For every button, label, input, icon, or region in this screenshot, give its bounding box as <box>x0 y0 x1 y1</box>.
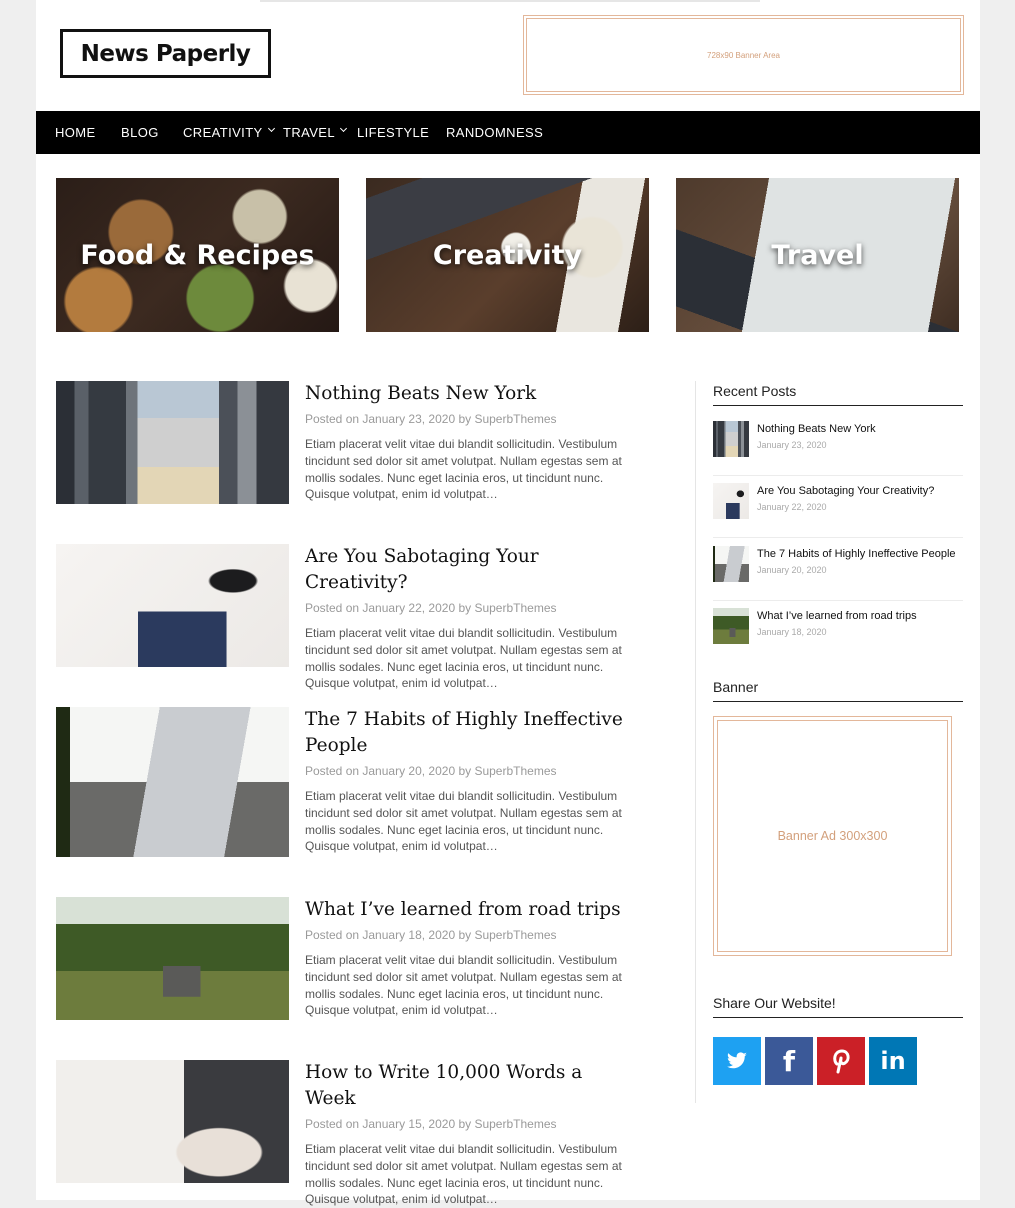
share-heading: Share Our Website! <box>713 995 963 1018</box>
post-body: Are You Sabotaging Your Creativity? Post… <box>305 544 635 692</box>
post-title[interactable]: What I’ve learned from road trips <box>305 897 635 923</box>
post-body: How to Write 10,000 Words a Week Posted … <box>305 1060 635 1208</box>
recent-posts-heading: Recent Posts <box>713 383 963 406</box>
recent-post-thumbnail[interactable] <box>713 483 749 519</box>
sidebar-banner-text: Banner Ad 300x300 <box>717 720 948 952</box>
twitter-bird-icon <box>727 1052 747 1069</box>
nav-creativity-label: CREATIVITY <box>183 125 263 140</box>
feature-tile-label: Travel <box>771 239 864 271</box>
nav-blog-label: BLOG <box>121 125 159 140</box>
nav-home[interactable]: HOME <box>55 111 96 154</box>
share-twitter-button[interactable] <box>713 1037 761 1085</box>
recent-post-item[interactable]: The 7 Habits of Highly Ineffective Peopl… <box>713 546 963 601</box>
banner-heading: Banner <box>713 679 963 702</box>
feature-tile-creativity[interactable]: Creativity <box>366 178 649 332</box>
post-excerpt: Etiam placerat velit vitae dui blandit s… <box>305 789 622 854</box>
post-body: Nothing Beats New York Posted on January… <box>305 381 635 503</box>
post-meta: Posted on January 22, 2020 by SuperbThem… <box>305 601 557 615</box>
nav-lifestyle-label: LIFESTYLE <box>357 125 430 140</box>
page: News Paperly 728x90 Banner Area HOME BLO… <box>36 0 980 1206</box>
top-divider <box>260 0 760 2</box>
post-body: What I’ve learned from road trips Posted… <box>305 897 635 1019</box>
post-thumbnail[interactable] <box>56 897 289 1020</box>
feature-tile-travel[interactable]: Travel <box>676 178 959 332</box>
post-meta: Posted on January 20, 2020 by SuperbThem… <box>305 764 557 778</box>
post-excerpt: Etiam placerat velit vitae dui blandit s… <box>305 437 622 502</box>
recent-post-thumbnail[interactable] <box>713 421 749 457</box>
recent-post-date: January 18, 2020 <box>757 627 827 637</box>
share-pinterest-button[interactable] <box>817 1037 865 1085</box>
recent-post-item[interactable]: Nothing Beats New York January 23, 2020 <box>713 421 963 476</box>
recent-post-title[interactable]: What I’ve learned from road trips <box>757 610 917 622</box>
chevron-down-icon <box>339 124 348 132</box>
recent-post-date: January 20, 2020 <box>757 565 827 575</box>
recent-post-item[interactable]: Are You Sabotaging Your Creativity? Janu… <box>713 483 963 538</box>
post-title[interactable]: The 7 Habits of Highly Ineffective Peopl… <box>305 707 635 759</box>
nav-creativity[interactable]: CREATIVITY <box>183 111 275 154</box>
nav-travel[interactable]: TRAVEL <box>283 111 348 154</box>
post-title[interactable]: How to Write 10,000 Words a Week <box>305 1060 635 1112</box>
nav-randomness-label: RANDOMNESS <box>446 125 544 140</box>
recent-post-title[interactable]: Nothing Beats New York <box>757 423 876 435</box>
sidebar-banner[interactable]: Banner Ad 300x300 <box>713 716 952 956</box>
post-excerpt: Etiam placerat velit vitae dui blandit s… <box>305 953 622 1018</box>
recent-post-title[interactable]: Are You Sabotaging Your Creativity? <box>757 485 934 497</box>
share-facebook-button[interactable]: f <box>765 1037 813 1085</box>
recent-post-date: January 23, 2020 <box>757 440 827 450</box>
post-meta: Posted on January 15, 2020 by SuperbThem… <box>305 1117 557 1131</box>
share-linkedin-button[interactable]: in <box>869 1037 917 1085</box>
post-thumbnail[interactable] <box>56 381 289 504</box>
recent-post-date: January 22, 2020 <box>757 502 827 512</box>
recent-post-item[interactable]: What I’ve learned from road trips Januar… <box>713 608 963 663</box>
site-logo[interactable]: News Paperly <box>60 29 271 78</box>
feature-tile-label: Creativity <box>432 239 583 271</box>
nav-randomness[interactable]: RANDOMNESS <box>446 111 543 154</box>
header-banner-text: 728x90 Banner Area <box>526 18 961 92</box>
recent-post-thumbnail[interactable] <box>713 608 749 644</box>
post-title[interactable]: Nothing Beats New York <box>305 381 635 407</box>
nav-travel-label: TRAVEL <box>283 125 336 140</box>
linkedin-icon: in <box>880 1047 906 1075</box>
feature-tile-label: Food & Recipes <box>80 239 315 271</box>
post-body: The 7 Habits of Highly Ineffective Peopl… <box>305 707 635 855</box>
nav-lifestyle[interactable]: LIFESTYLE <box>357 111 429 154</box>
recent-post-thumbnail[interactable] <box>713 546 749 582</box>
post-excerpt: Etiam placerat velit vitae dui blandit s… <box>305 1142 622 1207</box>
recent-post-title[interactable]: The 7 Habits of Highly Ineffective Peopl… <box>757 548 956 560</box>
post-title[interactable]: Are You Sabotaging Your Creativity? <box>305 544 635 596</box>
main-nav: HOME BLOG CREATIVITY TRAVEL LIFESTYLE RA… <box>36 111 980 154</box>
nav-blog[interactable]: BLOG <box>121 111 159 154</box>
sidebar-divider <box>695 381 696 1103</box>
feature-tile-food[interactable]: Food & Recipes <box>56 178 339 332</box>
post-thumbnail[interactable] <box>56 1060 289 1183</box>
nav-home-label: HOME <box>55 125 96 140</box>
facebook-icon: f <box>782 1044 796 1078</box>
post-excerpt: Etiam placerat velit vitae dui blandit s… <box>305 626 622 691</box>
post-meta: Posted on January 18, 2020 by SuperbThem… <box>305 928 557 942</box>
post-thumbnail[interactable] <box>56 707 289 857</box>
post-thumbnail[interactable] <box>56 544 289 667</box>
pinterest-icon <box>833 1049 850 1074</box>
chevron-down-icon <box>267 124 275 132</box>
header-banner[interactable]: 728x90 Banner Area <box>523 15 964 95</box>
post-meta: Posted on January 23, 2020 by SuperbThem… <box>305 412 557 426</box>
